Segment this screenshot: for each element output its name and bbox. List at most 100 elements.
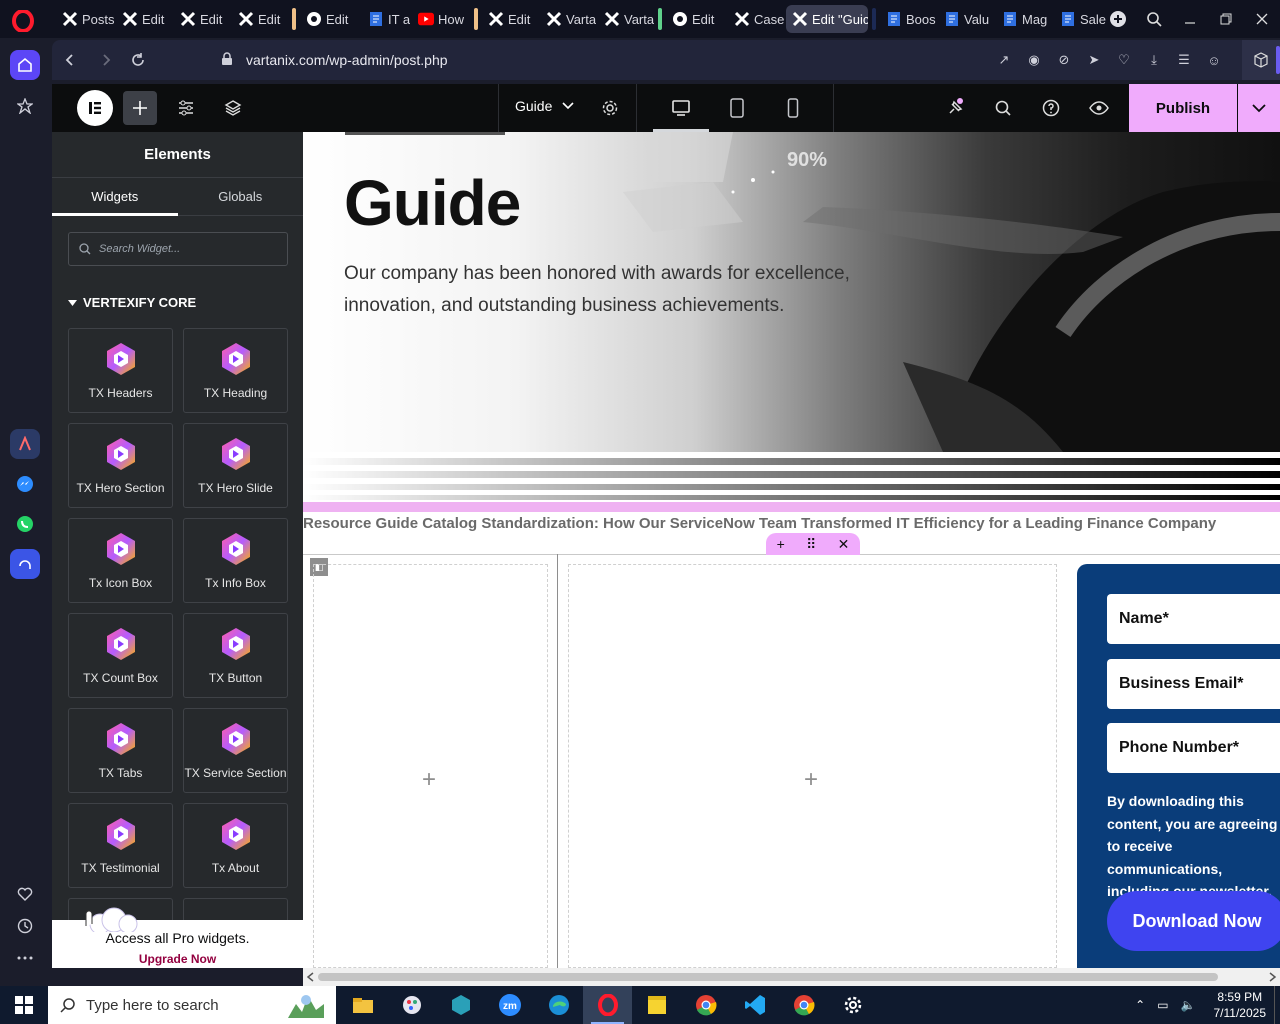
widget-tile[interactable]: TX Button <box>183 613 288 698</box>
add-tab-button[interactable] <box>1100 0 1136 38</box>
minimize-button[interactable] <box>1172 0 1208 38</box>
url-field[interactable]: vartanix.com/wp-admin/post.php <box>246 52 448 68</box>
category-toggle[interactable]: VERTEXIFY CORE <box>68 295 196 310</box>
home-icon[interactable] <box>10 50 40 80</box>
desktop-view-icon[interactable] <box>653 84 709 132</box>
download-icon[interactable]: ⤓ <box>1144 48 1164 72</box>
delete-section-icon[interactable]: ✕ <box>838 536 850 553</box>
site-settings-sliders-icon[interactable] <box>169 91 203 125</box>
share-icon[interactable]: ↗ <box>994 48 1014 72</box>
name-field[interactable]: Name* <box>1107 594 1280 644</box>
easy-setup-icon[interactable]: ☰ <box>1174 48 1194 72</box>
widget-tile[interactable]: TX Count Box <box>68 613 173 698</box>
aria-ai-icon[interactable] <box>10 429 40 459</box>
close-window-button[interactable] <box>1244 0 1280 38</box>
drag-handle-icon[interactable]: ⠿ <box>806 536 816 553</box>
windows-start-icon[interactable] <box>0 986 48 1024</box>
browser-tab[interactable]: Edit <box>116 5 172 33</box>
widget-tile[interactable]: Tx About <box>183 803 288 888</box>
3d-app-icon[interactable] <box>436 986 485 1024</box>
tab-globals[interactable]: Globals <box>178 178 304 215</box>
zoom-app-icon[interactable]: zm <box>485 986 534 1024</box>
publish-button[interactable]: Publish <box>1129 84 1237 132</box>
add-section-plus-icon[interactable]: + <box>777 536 785 552</box>
browser-tab[interactable]: Mag <box>996 5 1052 33</box>
page-settings-gear-icon[interactable] <box>593 91 627 125</box>
sticky-notes-icon[interactable] <box>632 986 681 1024</box>
widget-tile[interactable]: TX Hero Slide <box>183 423 288 508</box>
browser-tab[interactable]: How <box>412 5 470 33</box>
widget-tile[interactable]: TX Tabs <box>68 708 173 793</box>
tray-chevron-up-icon[interactable]: ⌃ <box>1135 998 1145 1012</box>
whatsapp-icon[interactable] <box>10 509 40 539</box>
phone-number-field[interactable]: Phone Number* <box>1107 723 1280 773</box>
clock[interactable]: 8:59 PM 7/11/2025 <box>1214 989 1267 1021</box>
heart-icon[interactable]: ♡ <box>1114 48 1134 72</box>
widget-tile[interactable]: TX Testimonial <box>68 803 173 888</box>
camera-icon[interactable]: ◉ <box>1024 48 1044 72</box>
help-icon[interactable] <box>1034 91 1068 125</box>
elementor-logo-icon[interactable] <box>77 90 113 126</box>
reload-icon[interactable] <box>126 48 150 72</box>
browser-tab[interactable]: Valu <box>938 5 994 33</box>
widget-tile[interactable]: TX Hero Section <box>68 423 173 508</box>
send-icon[interactable]: ➤ <box>1084 48 1104 72</box>
preview-eye-icon[interactable] <box>1082 91 1116 125</box>
mobile-view-icon[interactable] <box>765 84 821 132</box>
search-tabs-icon[interactable] <box>1136 0 1172 38</box>
paint-app-icon[interactable] <box>387 986 436 1024</box>
add-element-button[interactable] <box>123 91 157 125</box>
adblock-icon[interactable]: ⊘ <box>1054 48 1074 72</box>
file-explorer-icon[interactable] <box>338 986 387 1024</box>
browser-tab[interactable]: Varta <box>598 5 654 33</box>
hero-subtitle[interactable]: Our company has been honored with awards… <box>344 258 904 322</box>
browser-tab[interactable]: Case <box>728 5 784 33</box>
browser-tab[interactable]: Edit <box>300 5 360 33</box>
settings-gear-icon[interactable] <box>828 986 877 1024</box>
scrollbar-thumb[interactable] <box>318 973 1218 981</box>
taskbar-search-box[interactable]: Type here to search <box>48 986 336 1024</box>
add-widget-plus-icon[interactable]: + <box>422 766 436 794</box>
widget-tile[interactable]: TX Service Section <box>183 708 288 793</box>
browser-tab[interactable]: Posts <box>56 5 114 33</box>
download-now-button[interactable]: Download Now <box>1107 891 1280 951</box>
music-player-icon[interactable] <box>10 549 40 579</box>
tab-widgets[interactable]: Widgets <box>52 178 178 216</box>
business-email-field[interactable]: Business Email* <box>1107 659 1280 709</box>
more-options-icon[interactable] <box>10 943 40 973</box>
profile-icon[interactable]: ☺ <box>1204 48 1224 72</box>
vscode-icon[interactable] <box>730 986 779 1024</box>
edge-browser-icon[interactable] <box>534 986 583 1024</box>
browser-tab[interactable]: Edit "Guic <box>786 5 868 33</box>
hero-section[interactable]: 90% Guide Our company has been honored w… <box>303 132 1280 452</box>
notifications-pin-icon[interactable] <box>938 91 972 125</box>
history-clock-icon[interactable] <box>10 911 40 941</box>
widget-search-input[interactable] <box>99 243 269 255</box>
forward-arrow-icon[interactable] <box>94 48 118 72</box>
bookmarks-heart-icon[interactable] <box>10 879 40 909</box>
browser-tab[interactable]: Varta <box>540 5 596 33</box>
widget-tile[interactable]: Tx Info Box <box>183 518 288 603</box>
browser-tab[interactable]: Edit <box>174 5 230 33</box>
add-widget-plus-icon[interactable]: + <box>804 766 818 794</box>
network-icon[interactable]: ▭ <box>1157 998 1168 1012</box>
tablet-view-icon[interactable] <box>709 84 765 132</box>
browser-tab[interactable]: Edit <box>232 5 288 33</box>
speed-dial-icon[interactable] <box>10 91 40 121</box>
show-desktop-button[interactable] <box>1274 986 1280 1024</box>
extensions-cube-icon[interactable] <box>1242 40 1280 80</box>
upgrade-now-link[interactable]: Upgrade Now <box>52 952 303 966</box>
horizontal-scrollbar[interactable] <box>303 968 1280 986</box>
publish-options-chevron-icon[interactable] <box>1238 84 1280 132</box>
back-arrow-icon[interactable] <box>58 48 82 72</box>
hero-title[interactable]: Guide <box>344 166 521 240</box>
restore-button[interactable] <box>1208 0 1244 38</box>
browser-tab[interactable]: Edit <box>482 5 538 33</box>
chrome-icon[interactable] <box>681 986 730 1024</box>
browser-tab[interactable]: Boos <box>880 5 936 33</box>
page-select-dropdown[interactable]: Guide <box>515 98 574 114</box>
opera-taskbar-icon[interactable] <box>583 986 632 1024</box>
volume-icon[interactable]: 🔈 <box>1181 998 1196 1012</box>
browser-tab[interactable]: Sales <box>1054 5 1106 33</box>
chrome-profile-icon[interactable] <box>779 986 828 1024</box>
